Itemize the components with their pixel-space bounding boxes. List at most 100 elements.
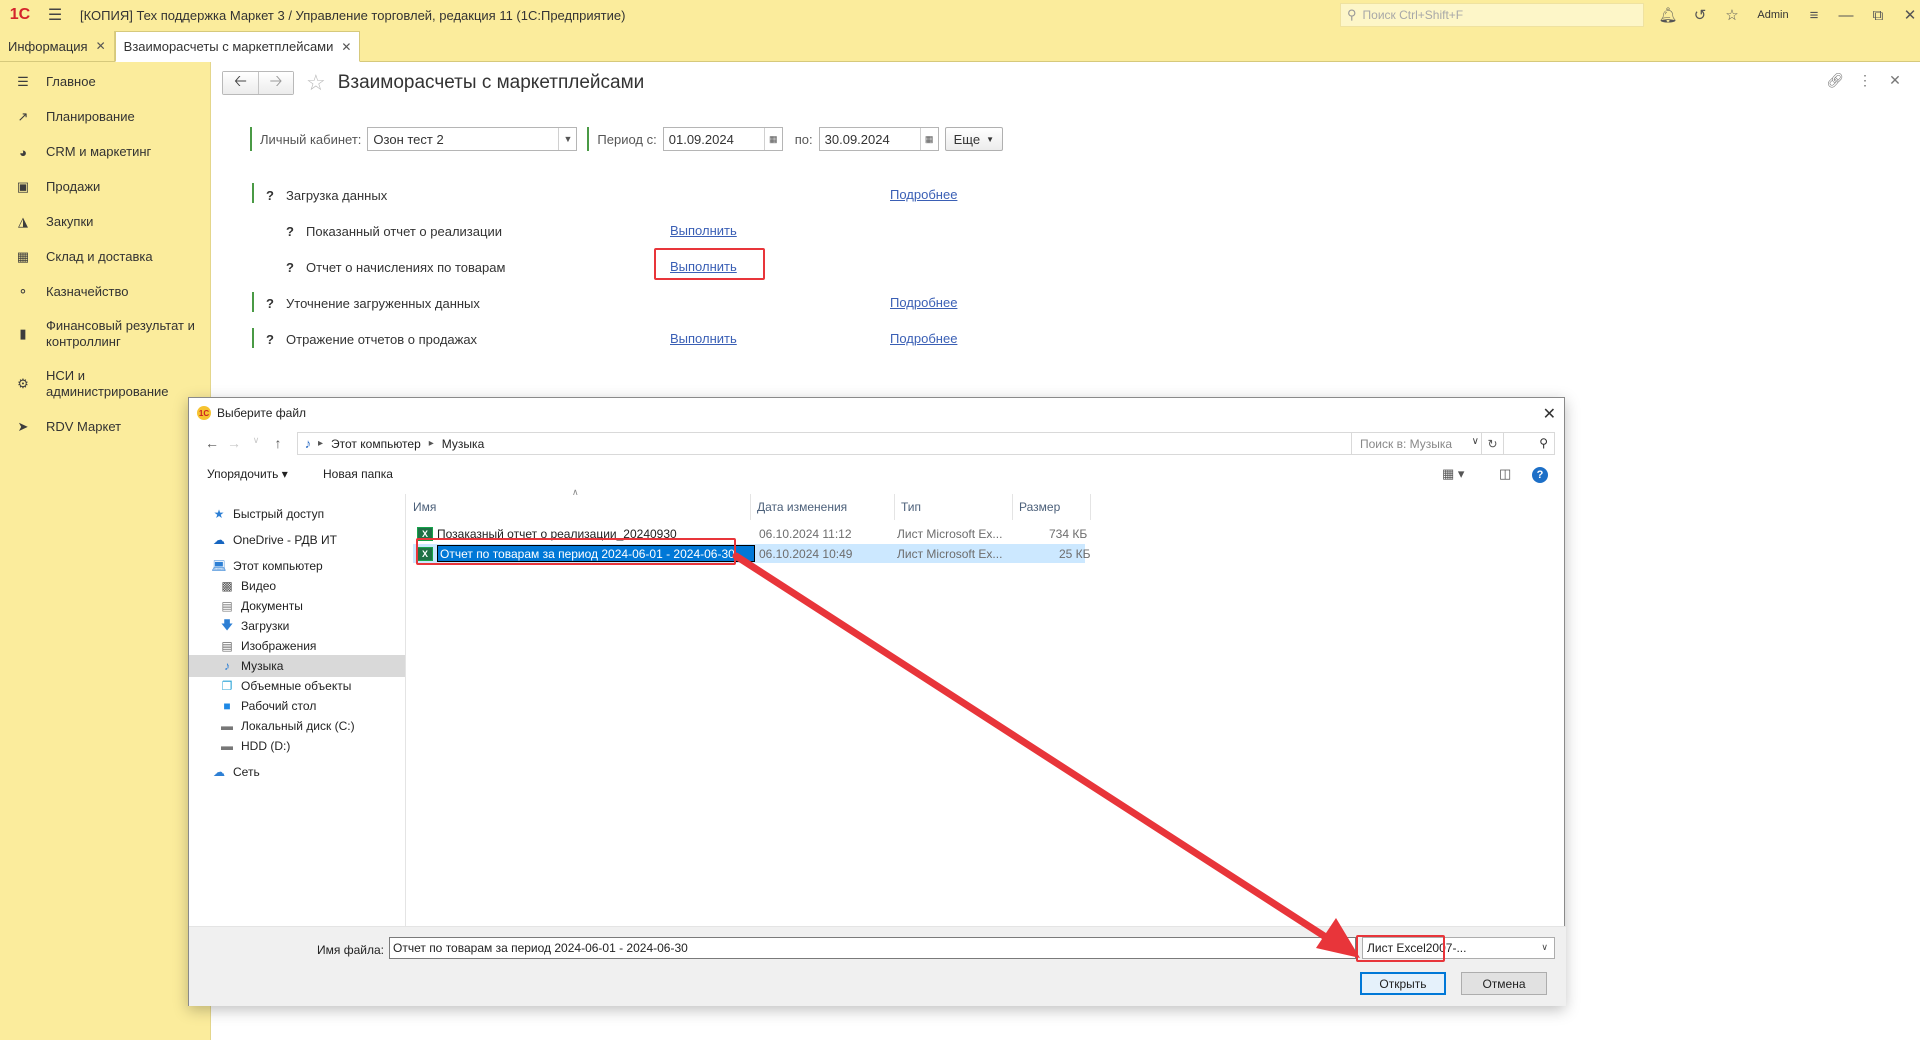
sidebar-item-planning[interactable]: ↗ Планирование bbox=[0, 107, 211, 127]
favorites-star-icon[interactable]: ☆ bbox=[1716, 6, 1748, 24]
user-name[interactable]: Admin bbox=[1748, 9, 1798, 21]
tree-item-onedrive[interactable]: ☁ OneDrive - РДВ ИТ bbox=[189, 529, 405, 551]
calendar-icon[interactable]: ▦ bbox=[763, 128, 782, 150]
forward-arrow-icon[interactable]: → bbox=[223, 435, 245, 451]
pie-icon: ◕ bbox=[19, 144, 27, 160]
step-row-refine-data: ? Уточнение загруженных данных bbox=[266, 293, 480, 313]
cloud-icon: ☁ bbox=[213, 533, 225, 547]
period-from-field[interactable]: 01.09.2024 ▦ bbox=[662, 127, 783, 151]
chevron-down-icon[interactable]: ▼ bbox=[558, 128, 576, 150]
folder-search-input[interactable]: Поиск в: Музыка ⚲ bbox=[1351, 432, 1555, 455]
organize-button[interactable]: Упорядочить ▾ bbox=[207, 467, 288, 481]
filename-input[interactable]: Отчет по товарам за период 2024-06-01 - … bbox=[389, 937, 1356, 959]
tab-marketplace-settlements[interactable]: Взаиморасчеты с маркетплейсами ✕ bbox=[114, 31, 361, 62]
sidebar-item-label: Склад и доставка bbox=[46, 249, 153, 264]
sidebar-item-warehouse[interactable]: ▦ Склад и доставка bbox=[0, 247, 211, 267]
details-link[interactable]: Подробнее bbox=[890, 187, 957, 202]
favorite-star-icon[interactable]: ☆ bbox=[306, 70, 326, 96]
breadcrumb-separator-icon: ▸ bbox=[318, 438, 324, 449]
sidebar-item-rdv-market[interactable]: ➤ RDV Маркет bbox=[0, 417, 211, 437]
grid-icon: ▦ bbox=[16, 249, 30, 264]
tab-label: Информация bbox=[8, 38, 88, 54]
sidebar-item-label: CRM и маркетинг bbox=[46, 144, 152, 159]
forward-arrow-icon[interactable]: 🡢 bbox=[258, 72, 293, 94]
filter-divider bbox=[250, 127, 252, 151]
tab-information[interactable]: Информация ✕ bbox=[0, 31, 115, 61]
tree-item-quick-access[interactable]: ★ Быстрый доступ bbox=[189, 503, 405, 525]
tree-item-video[interactable]: ▩ Видео bbox=[189, 575, 405, 597]
annotation-highlight-box bbox=[416, 538, 736, 565]
tree-item-hdd-d[interactable]: ▬ HDD (D:) bbox=[189, 735, 405, 757]
close-tab-icon[interactable]: ✕ bbox=[341, 40, 351, 54]
tree-label: Сеть bbox=[233, 765, 260, 779]
new-folder-button[interactable]: Новая папка bbox=[323, 467, 393, 481]
period-to-field[interactable]: 30.09.2024 ▦ bbox=[818, 127, 939, 151]
breadcrumb-item[interactable]: Этот компьютер bbox=[331, 437, 421, 451]
execute-link[interactable]: Выполнить bbox=[670, 331, 737, 346]
close-tab-icon[interactable]: ✕ bbox=[96, 39, 106, 53]
filter-divider bbox=[587, 127, 590, 151]
calendar-icon[interactable]: ▦ bbox=[919, 128, 938, 150]
sidebar-item-purchases[interactable]: ◮ Закупки bbox=[0, 212, 211, 232]
sidebar-item-main[interactable]: ☰ Главное bbox=[0, 72, 211, 92]
tree-item-images[interactable]: ▤ Изображения bbox=[189, 635, 405, 657]
details-link[interactable]: Подробнее bbox=[890, 331, 957, 346]
sidebar-item-treasury[interactable]: ⚬ Казначейство bbox=[0, 282, 211, 302]
breadcrumb-item[interactable]: Музыка bbox=[442, 437, 484, 451]
column-header-size[interactable]: Размер bbox=[1013, 494, 1091, 520]
column-header-name[interactable]: Имя bbox=[407, 494, 751, 520]
sidebar-item-financial-result[interactable]: ▮ Финансовый результат и контроллинг bbox=[0, 317, 211, 351]
breadcrumb-separator-icon: ▸ bbox=[428, 438, 434, 449]
execute-link[interactable]: Выполнить bbox=[670, 223, 737, 238]
close-icon[interactable]: ✕ bbox=[1894, 6, 1920, 24]
cabinet-value: Озон тест 2 bbox=[373, 131, 444, 147]
dialog-title: Выберите файл bbox=[217, 406, 307, 420]
tree-label: Документы bbox=[241, 599, 303, 613]
back-arrow-icon[interactable]: 🡠 bbox=[223, 72, 258, 94]
sidebar-item-sales[interactable]: ▣ Продажи bbox=[0, 177, 211, 197]
restore-icon[interactable]: ⧉ bbox=[1862, 7, 1894, 24]
tree-label: Рабочий стол bbox=[241, 699, 317, 713]
cancel-button[interactable]: Отмена bbox=[1461, 972, 1547, 995]
tree-item-music[interactable]: ♪ Музыка bbox=[189, 655, 405, 677]
help-icon[interactable]: ? bbox=[1532, 467, 1548, 483]
network-icon: ☁ bbox=[213, 765, 225, 779]
column-header-date[interactable]: Дата изменения bbox=[751, 494, 895, 520]
more-button[interactable]: Еще ▼ bbox=[944, 127, 1004, 151]
tree-item-network[interactable]: ☁ Сеть bbox=[189, 761, 405, 783]
minimize-icon[interactable]: — bbox=[1830, 7, 1862, 24]
tree-item-3d-objects[interactable]: ❐ Объемные объекты bbox=[189, 675, 405, 697]
address-row: ← → ∨ ↑ ♪ ▸ Этот компьютер ▸ Музыка ∨ ↻ … bbox=[189, 431, 1566, 457]
history-icon[interactable]: ↺ bbox=[1684, 6, 1716, 24]
main-menu-icon[interactable]: ☰ bbox=[40, 5, 70, 25]
open-button[interactable]: Открыть bbox=[1360, 972, 1446, 995]
star-icon: ★ bbox=[213, 507, 225, 521]
status-question-icon: ? bbox=[286, 259, 294, 275]
tree-item-this-pc[interactable]: 💻︎ Этот компьютер bbox=[189, 555, 405, 577]
tree-label: Объемные объекты bbox=[241, 679, 352, 693]
settings-menu-icon[interactable]: ≡ bbox=[1798, 7, 1830, 24]
tree-item-desktop[interactable]: ■ Рабочий стол bbox=[189, 695, 405, 717]
close-form-icon[interactable]: ✕ bbox=[1880, 72, 1910, 89]
view-options-icon[interactable]: ▦ ▾ bbox=[1442, 466, 1464, 482]
link-icon[interactable]: 🔗︎ bbox=[1820, 72, 1850, 89]
sidebar-item-nsi-admin[interactable]: ⚙ НСИ и администрирование bbox=[0, 367, 211, 401]
tree-item-documents[interactable]: ▤ Документы bbox=[189, 595, 405, 617]
back-arrow-icon[interactable]: ← bbox=[201, 435, 223, 451]
sidebar-item-crm[interactable]: ◕ CRM и маркетинг bbox=[0, 142, 211, 162]
details-link[interactable]: Подробнее bbox=[890, 295, 957, 310]
bell-icon[interactable]: 🔔︎ bbox=[1652, 6, 1684, 24]
close-icon[interactable]: ✕ bbox=[1543, 404, 1556, 424]
column-header-type[interactable]: Тип bbox=[895, 494, 1013, 520]
tree-item-downloads[interactable]: 🡇 Загрузки bbox=[189, 615, 405, 637]
recent-chevron-icon[interactable]: ∨ bbox=[245, 435, 267, 451]
tree-item-local-disk-c[interactable]: ▬ Локальный диск (C:) bbox=[189, 715, 405, 737]
more-actions-icon[interactable]: ⋮ bbox=[1850, 72, 1880, 89]
global-search-input[interactable]: ⚲ Поиск Ctrl+Shift+F bbox=[1340, 3, 1644, 27]
page-title: Взаиморасчеты с маркетплейсами bbox=[337, 72, 645, 93]
address-bar[interactable]: ♪ ▸ Этот компьютер ▸ Музыка ∨ ↻ bbox=[297, 432, 1504, 455]
menu-icon: ☰ bbox=[17, 74, 29, 89]
preview-pane-icon[interactable]: ◫ bbox=[1499, 466, 1511, 482]
up-arrow-icon[interactable]: ↑ bbox=[267, 435, 289, 451]
cabinet-select[interactable]: Озон тест 2 ▼ bbox=[367, 127, 578, 151]
